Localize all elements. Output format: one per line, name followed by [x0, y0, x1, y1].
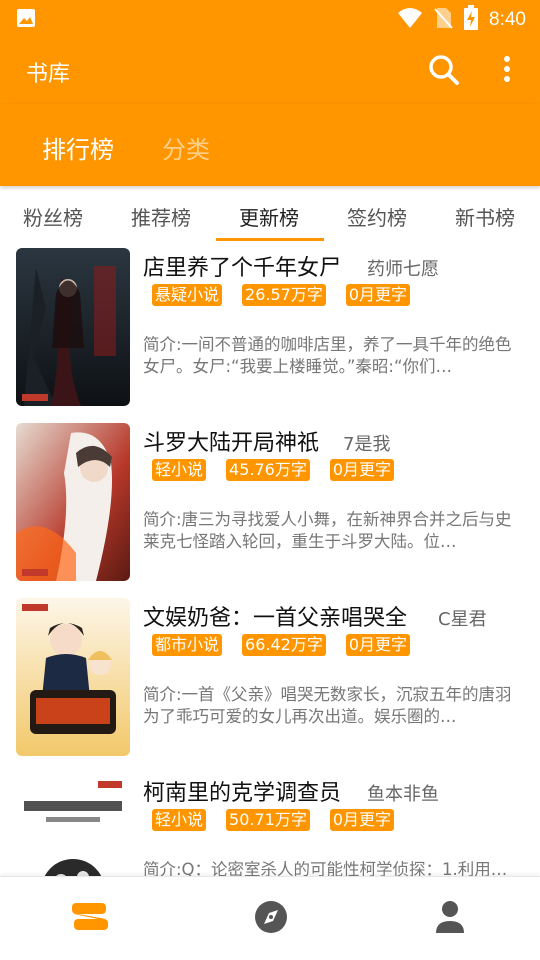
category-tag: 悬疑小说: [152, 284, 223, 306]
status-bar: 8:40: [0, 0, 540, 36]
book-item[interactable]: 柯南里的克学调查员 鱼本非鱼 轻小说 50.71万字 0月更字 简介:Q：论密室…: [0, 767, 540, 876]
book-list: 店里养了个千年女尸 药师七愿 悬疑小说 26.57万字 0月更字 简介:一间不普…: [0, 242, 540, 876]
no-sim-icon: [433, 6, 453, 34]
tag-row: 轻小说 45.76万字 0月更字: [152, 459, 395, 481]
app-bar: 书库: [0, 36, 540, 104]
book-author: 鱼本非鱼: [367, 784, 439, 805]
sub-tab-update[interactable]: 更新榜: [239, 202, 299, 231]
person-icon: [428, 901, 472, 941]
book-item[interactable]: 店里养了个千年女尸 药师七愿 悬疑小说 26.57万字 0月更字 简介:一间不普…: [0, 242, 540, 417]
update-tag: 0月更字: [329, 459, 395, 481]
ranking-sub-tabs: 粉丝榜 推荐榜 更新榜 签约榜 新书榜: [0, 190, 540, 242]
book-cover: [16, 773, 130, 876]
book-title: 店里养了个千年女尸: [143, 256, 342, 281]
word-count-tag: 50.71万字: [226, 809, 310, 831]
book-intro: 简介:一首《父亲》唱哭无数家长，沉寂五年的唐羽为了乖巧可爱的女儿再次出道。娱乐圈…: [143, 685, 512, 726]
book-title: 柯南里的克学调查员: [143, 781, 342, 806]
word-count-tag: 66.42万字: [242, 634, 326, 656]
sub-tab-new[interactable]: 新书榜: [455, 202, 515, 231]
book-item[interactable]: 斗罗大陆开局神祇 7是我 轻小说 45.76万字 0月更字 简介:唐三为寻找爱人…: [0, 417, 540, 592]
word-count-tag: 45.76万字: [226, 459, 310, 481]
book-item[interactable]: 文娱奶爸：一首父亲唱哭全 C星君 都市小说 66.42万字 0月更字 简介:一首…: [0, 592, 540, 767]
wifi-icon: [397, 7, 423, 33]
sub-tab-recommend[interactable]: 推荐榜: [131, 202, 191, 231]
update-tag: 0月更字: [329, 809, 395, 831]
book-title: 斗罗大陆开局神祇: [143, 431, 320, 456]
page-title: 书库: [26, 62, 71, 87]
book-intro: 简介:Q：论密室杀人的可能性柯学侦探：1.利用…: [143, 860, 508, 876]
category-tag: 轻小说: [152, 809, 207, 831]
book-author: 7是我: [343, 434, 391, 455]
category-tag: 轻小说: [152, 459, 207, 481]
book-cover: [16, 423, 130, 581]
tab-category[interactable]: 分类: [162, 130, 210, 165]
category-tag: 都市小说: [152, 634, 223, 656]
top-tabs: 排行榜 分类: [0, 104, 540, 186]
compass-icon: [249, 901, 293, 941]
tab-ranking[interactable]: 排行榜: [42, 130, 114, 165]
tag-row: 悬疑小说 26.57万字 0月更字: [152, 284, 411, 306]
clock: 8:40: [489, 9, 526, 30]
search-icon: [424, 55, 464, 94]
more-options-button[interactable]: [494, 50, 520, 90]
bottom-nav: [0, 876, 540, 960]
image-icon: [16, 8, 36, 32]
nav-bookstore[interactable]: [68, 897, 112, 937]
book-title: 文娱奶爸：一首父亲唱哭全: [143, 606, 408, 631]
book-intro: 简介:一间不普通的咖啡店里，养了一具千年的绝色女尸。女尸:“我要上楼睡觉。”秦昭…: [143, 335, 512, 376]
update-tag: 0月更字: [345, 634, 411, 656]
more-vert-icon: [494, 56, 520, 94]
book-cover: [16, 598, 130, 756]
sub-tab-signed[interactable]: 签约榜: [347, 202, 407, 231]
tag-row: 都市小说 66.42万字 0月更字: [152, 634, 411, 656]
search-button[interactable]: [424, 50, 464, 90]
sub-tab-fans[interactable]: 粉丝榜: [23, 202, 83, 231]
battery-charging-icon: [463, 5, 479, 35]
book-intro: 简介:唐三为寻找爱人小舞，在新神界合并之后与史莱克七怪踏入轮回，重生于斗罗大陆。…: [143, 510, 512, 551]
book-author: 药师七愿: [367, 259, 439, 280]
active-tab-indicator: [216, 238, 324, 241]
update-tag: 0月更字: [345, 284, 411, 306]
nav-discover[interactable]: [249, 897, 293, 937]
tag-row: 轻小说 50.71万字 0月更字: [152, 809, 395, 831]
bookshelf-icon: [68, 903, 112, 941]
book-cover: [16, 248, 130, 406]
word-count-tag: 26.57万字: [242, 284, 326, 306]
book-author: C星君: [438, 609, 487, 630]
nav-profile[interactable]: [428, 897, 472, 937]
